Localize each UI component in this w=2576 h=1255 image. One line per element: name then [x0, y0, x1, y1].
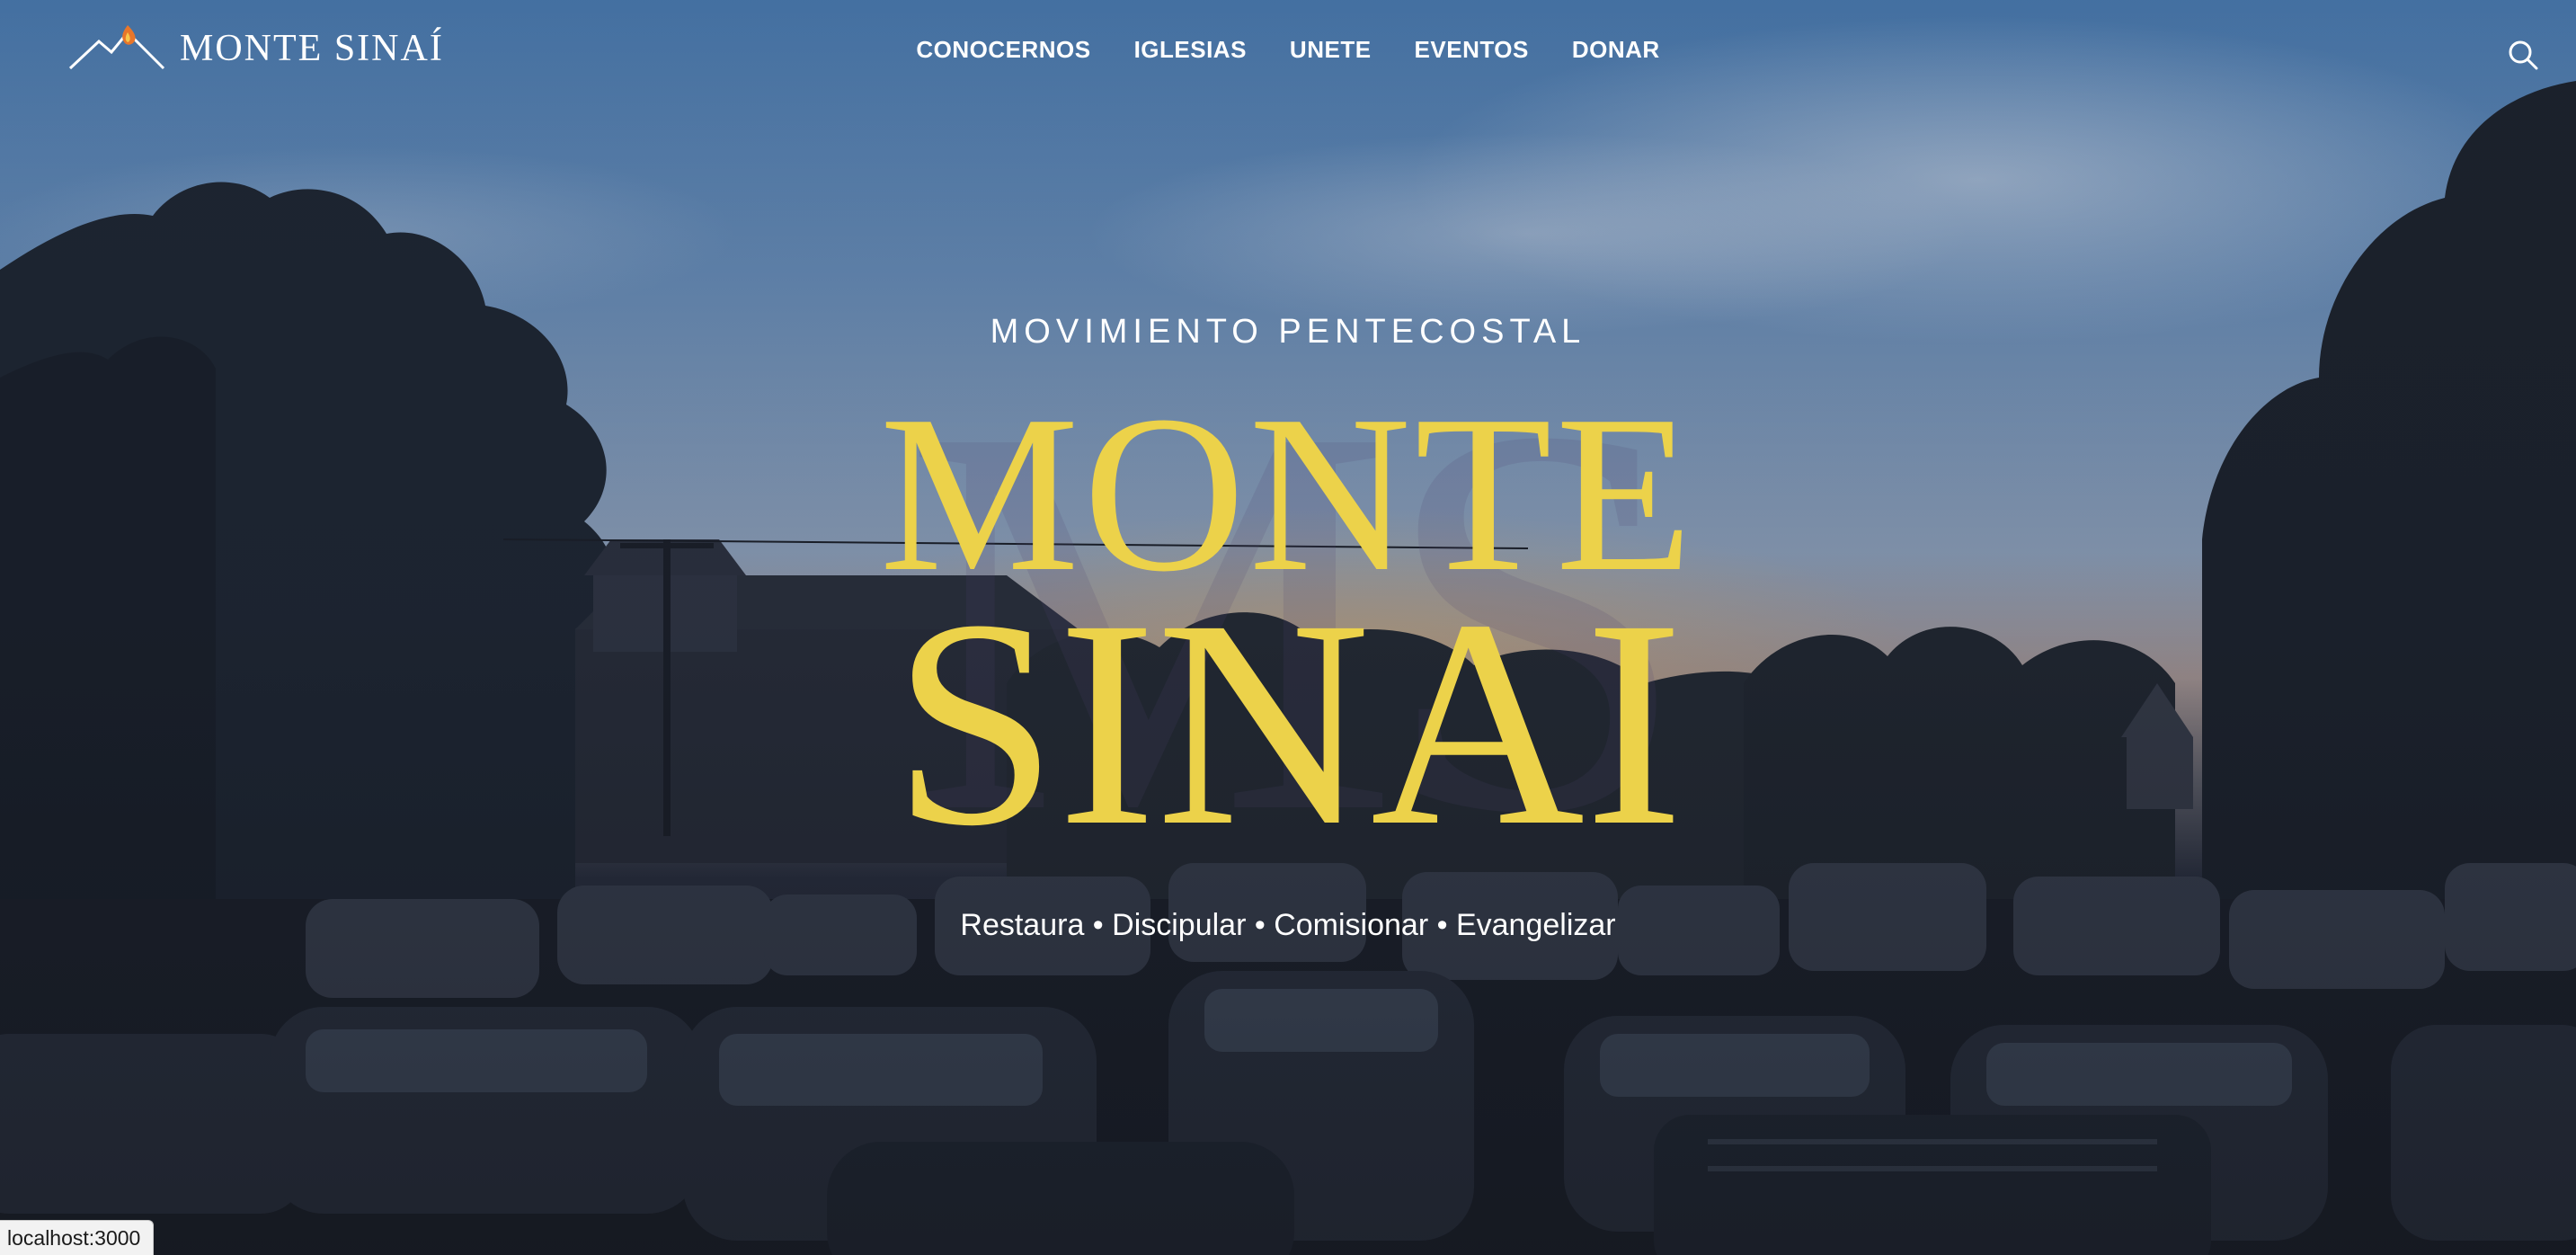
hero-tagline: Restaura • Discipular • Comisionar • Eva…: [960, 908, 1616, 942]
nav-item-iglesias[interactable]: IGLESIAS: [1134, 38, 1247, 61]
nav-item-conocernos[interactable]: CONOCERNOS: [916, 38, 1090, 61]
nav-item-eventos[interactable]: EVENTOS: [1415, 38, 1529, 61]
nav-item-donar[interactable]: DONAR: [1572, 38, 1660, 61]
main-nav: CONOCERNOS IGLESIAS UNETE EVENTOS DONAR: [0, 38, 2576, 61]
search-icon[interactable]: [2508, 40, 2538, 70]
hero-title-line-2: SINAI: [893, 559, 1683, 887]
browser-status-url: localhost:3000: [0, 1219, 155, 1255]
nav-item-unete[interactable]: UNETE: [1290, 38, 1372, 61]
hero-section: MONTE SINAÍ CONOCERNOS IGLESIAS UNETE EV…: [0, 0, 2576, 1255]
